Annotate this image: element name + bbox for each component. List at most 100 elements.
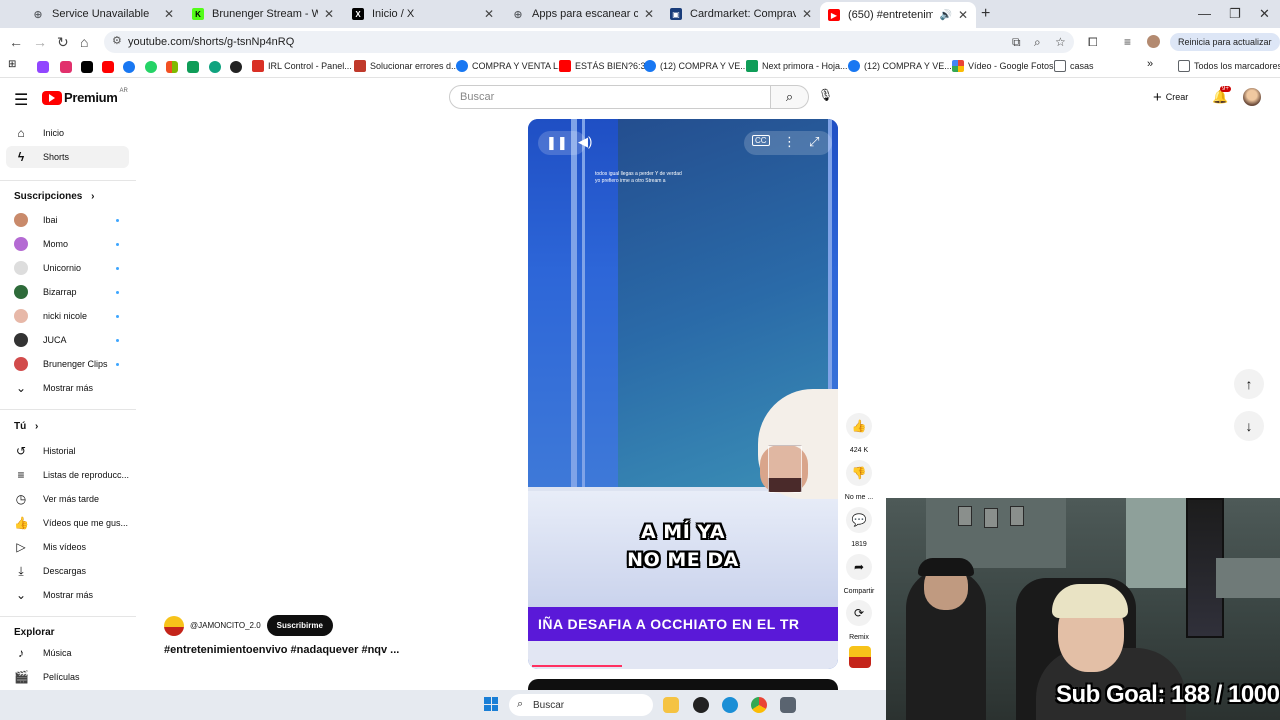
sound-avatar[interactable]: [849, 646, 871, 668]
windows-start-icon[interactable]: [484, 697, 498, 711]
youtube-icon[interactable]: [102, 61, 114, 73]
sidebar-item-musica[interactable]: ♪ Música: [6, 642, 129, 664]
remix-button[interactable]: ⟳ Remix: [843, 600, 875, 641]
sidebar-channel-bizarrap[interactable]: Bizarrap: [6, 281, 129, 303]
zoom-icon[interactable]: ⌕: [1034, 35, 1041, 50]
comments-button[interactable]: 💬 1819: [843, 507, 875, 548]
github-icon[interactable]: [230, 61, 242, 73]
new-tab-icon[interactable]: +: [981, 5, 990, 23]
back-icon[interactable]: ←: [9, 34, 23, 50]
dislike-button[interactable]: 👎 No me ...: [843, 460, 875, 501]
like-button[interactable]: 👍 424 K: [843, 413, 875, 454]
sidebar-channel-momo[interactable]: Momo: [6, 233, 129, 255]
tab-cardmarket[interactable]: ▣ Cardmarket: Compraventa onli ✕: [662, 4, 820, 24]
menu-icon[interactable]: ☰: [14, 90, 28, 110]
window-close-icon[interactable]: ✕: [1259, 6, 1270, 22]
all-bookmarks[interactable]: Todos los marcadores: [1178, 60, 1280, 72]
bookmark-compra-venta-1[interactable]: COMPRA Y VENTA L...: [456, 60, 566, 72]
sidebar-channel-nicki-nicole[interactable]: nicki nicole: [6, 305, 129, 327]
channel-name[interactable]: @JAMONCITO_2.0: [190, 621, 261, 630]
sidebar-item-historial[interactable]: ↺ Historial: [6, 440, 129, 462]
next-short-button[interactable]: ↓: [1234, 411, 1264, 441]
obs-icon[interactable]: [693, 697, 709, 713]
extensions-icon[interactable]: ⧠: [1088, 35, 1098, 50]
progress-bar[interactable]: [532, 665, 622, 667]
shorts-video-player[interactable]: todos igual llegas a perder Y de verdad …: [528, 119, 838, 669]
file-explorer-icon[interactable]: [663, 697, 679, 713]
bookmark-google-fotos[interactable]: Vídeo - Google Fotos: [952, 60, 1054, 72]
subscriptions-heading[interactable]: Suscripciones ›: [14, 191, 94, 202]
tab-youtube-active[interactable]: ▶ (650) #entretenimientoenv 🔊 ✕: [820, 2, 976, 28]
share-button[interactable]: ➦ Compartir: [843, 554, 875, 595]
sidebar-item-ver-mas-tarde[interactable]: ◷ Ver más tarde: [6, 488, 129, 510]
sidebar-channel-brunenger-clips[interactable]: Brunenger Clips: [6, 353, 129, 375]
sidebar-show-more-you[interactable]: ⌄ Mostrar más: [6, 584, 129, 606]
sidebar-item-descargas[interactable]: ⤓ Descargas: [6, 560, 129, 582]
whatsapp-icon[interactable]: [145, 61, 157, 73]
fullscreen-icon[interactable]: ⤢: [809, 134, 819, 150]
search-button[interactable]: ⌕: [771, 85, 809, 109]
instagram-icon[interactable]: [60, 61, 72, 73]
subscribe-button[interactable]: Suscribirme: [266, 615, 333, 636]
close-tab-icon[interactable]: ✕: [484, 7, 494, 21]
chatgpt-icon[interactable]: [209, 61, 221, 73]
bookmark-estas-bien[interactable]: ESTÁS BIEN?6:33: [559, 60, 651, 72]
short-title[interactable]: #entretenimientoenvivo #nadaquever #nqv …: [164, 644, 399, 656]
you-heading[interactable]: Tú ›: [14, 421, 38, 432]
sidebar-channel-ibai[interactable]: Ibai: [6, 209, 129, 231]
twitch-icon[interactable]: [37, 61, 49, 73]
sidebar-item-peliculas[interactable]: 🎬 Películas: [6, 666, 129, 688]
apps-grid-icon[interactable]: ⊞: [8, 59, 20, 71]
forward-icon[interactable]: →: [33, 34, 47, 50]
taskbar-search[interactable]: ⌕ Buscar: [509, 694, 653, 716]
create-button[interactable]: + Crear: [1147, 86, 1195, 108]
notifications-bell-icon[interactable]: 🔔 9+: [1212, 86, 1231, 105]
reading-list-icon[interactable]: ≡: [1124, 35, 1131, 49]
close-tab-icon[interactable]: ✕: [324, 7, 334, 21]
sidebar-item-mis-videos[interactable]: ▷ Mis vídeos: [6, 536, 129, 558]
close-tab-icon[interactable]: ✕: [164, 7, 174, 21]
tab-brunenger-stream[interactable]: K Brunenger Stream - Watch Live ✕: [184, 4, 342, 24]
site-info-icon[interactable]: ⚙: [112, 34, 122, 47]
more-bookmarks-icon[interactable]: »: [1147, 58, 1153, 70]
url-bar[interactable]: ⚙ youtube.com/shorts/g-tsnNp4nRQ: [104, 31, 1074, 53]
tab-x-home[interactable]: X Inicio / X ✕: [344, 4, 502, 24]
youtube-premium-logo[interactable]: Premium AR: [42, 88, 128, 105]
close-tab-icon[interactable]: ✕: [802, 7, 812, 21]
bookmark-star-icon[interactable]: ☆: [1055, 35, 1066, 49]
search-input[interactable]: Buscar: [449, 85, 771, 109]
sidebar-channel-unicornio[interactable]: Unicornio: [6, 257, 129, 279]
more-options-icon[interactable]: ⋮: [783, 134, 796, 150]
audio-icon[interactable]: 🔊: [939, 10, 951, 21]
bookmark-casas[interactable]: casas: [1054, 60, 1094, 72]
sidebar-show-more-subs[interactable]: ⌄ Mostrar más: [6, 377, 129, 399]
pause-icon[interactable]: ❚❚: [546, 135, 568, 151]
close-tab-icon[interactable]: ✕: [644, 7, 654, 21]
sheets-icon[interactable]: [187, 61, 199, 73]
x-icon[interactable]: [81, 61, 93, 73]
sidebar-item-inicio[interactable]: ⌂ Inicio: [6, 122, 129, 144]
bookmark-irl-control[interactable]: IRL Control - Panel...: [252, 60, 352, 72]
reload-icon[interactable]: ↻: [57, 34, 69, 51]
home-browser-icon[interactable]: ⌂: [80, 34, 88, 50]
profile-avatar[interactable]: [1147, 35, 1160, 48]
tab-service-unavailable[interactable]: ⊕ Service Unavailable ✕: [24, 4, 182, 24]
sidebar-item-liked-videos[interactable]: 👍 Vídeos que me gus...: [6, 512, 129, 534]
bookmark-compra-venta-3[interactable]: (12) COMPRA Y VE...: [848, 60, 952, 72]
previous-short-button[interactable]: ↑: [1234, 369, 1264, 399]
sidebar-item-shorts[interactable]: ϟ Shorts: [6, 146, 129, 168]
account-avatar[interactable]: [1243, 88, 1261, 106]
close-tab-icon[interactable]: ✕: [958, 8, 968, 22]
restore-icon[interactable]: ❐: [1229, 6, 1241, 22]
minimize-icon[interactable]: —: [1198, 6, 1211, 21]
microphone-icon[interactable]: 🎙: [818, 88, 833, 102]
tab-apps-escanear[interactable]: ⊕ Apps para escanear cartas ✕: [504, 4, 662, 24]
facebook-icon[interactable]: [123, 61, 135, 73]
bookmark-compra-venta-2[interactable]: (12) COMPRA Y VE...: [644, 60, 748, 72]
volume-icon[interactable]: ◀): [578, 134, 592, 150]
sidebar-channel-juca[interactable]: JUCA: [6, 329, 129, 351]
relaunch-button[interactable]: Reinicia para actualizar: [1170, 33, 1280, 51]
cast-icon[interactable]: ⧉: [1012, 35, 1021, 50]
bookmark-solucionar[interactable]: Solucionar errores d...: [354, 60, 459, 72]
bookmark-next-primora[interactable]: Next primora - Hoja...: [746, 60, 848, 72]
